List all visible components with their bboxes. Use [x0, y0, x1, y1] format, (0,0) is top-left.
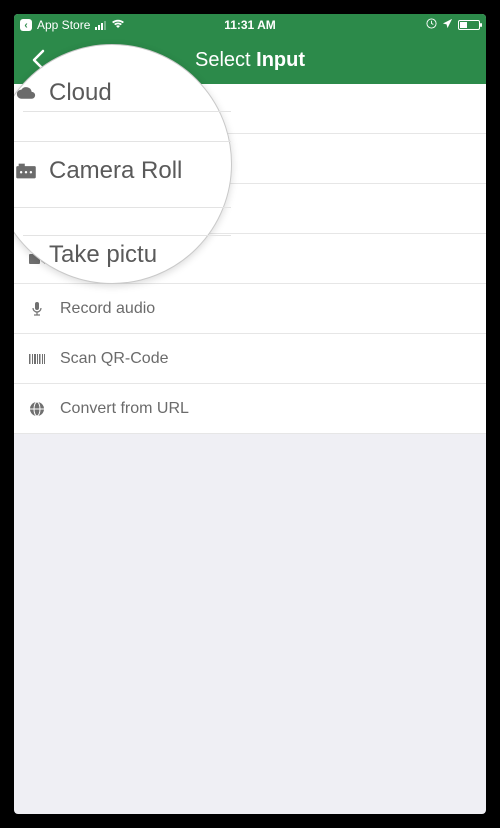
status-bar: ‹ App Store 11:31 AM [14, 14, 486, 36]
screen: ‹ App Store 11:31 AM [14, 14, 486, 814]
location-icon [442, 18, 453, 32]
magnifier-row-camera-roll: Camera Roll [15, 157, 231, 185]
magnifier-highlight: Cloud Camera Roll Take pictu [14, 44, 232, 284]
nav-title-bold: Input [256, 49, 305, 71]
status-bar-left: ‹ App Store [20, 18, 125, 32]
camera-roll-icon [15, 162, 37, 180]
barcode-icon [28, 353, 46, 365]
divider [14, 141, 231, 142]
magnifier-row-cloud: Cloud [15, 79, 231, 107]
divider [23, 111, 231, 112]
cell-signal-icon [95, 20, 106, 30]
cloud-icon [15, 85, 37, 101]
row-label: Record audio [60, 300, 472, 318]
row-scan-qr[interactable]: Scan QR-Code [14, 334, 486, 384]
nav-title-prefix: Select [195, 49, 256, 71]
row-record-audio[interactable]: Record audio [14, 284, 486, 334]
back-to-app-chip-icon[interactable]: ‹ [20, 19, 32, 31]
row-label: Convert from URL [60, 400, 472, 418]
globe-icon [28, 401, 46, 417]
magnifier-label: Take pictu [49, 241, 157, 269]
wifi-icon [111, 19, 125, 32]
divider [14, 207, 231, 208]
magnifier-label: Camera Roll [49, 157, 182, 185]
device-frame: ‹ App Store 11:31 AM [0, 0, 500, 828]
magnifier-label: Cloud [49, 79, 112, 107]
status-bar-right [426, 14, 480, 36]
rotation-lock-icon [426, 18, 437, 32]
magnifier-row-take-picture: Take pictu [15, 241, 231, 269]
battery-icon [458, 20, 480, 30]
divider [23, 235, 231, 236]
row-convert-url[interactable]: Convert from URL [14, 384, 486, 434]
row-label: Scan QR-Code [60, 350, 472, 368]
microphone-icon [28, 301, 46, 317]
back-to-app-label[interactable]: App Store [37, 18, 90, 32]
